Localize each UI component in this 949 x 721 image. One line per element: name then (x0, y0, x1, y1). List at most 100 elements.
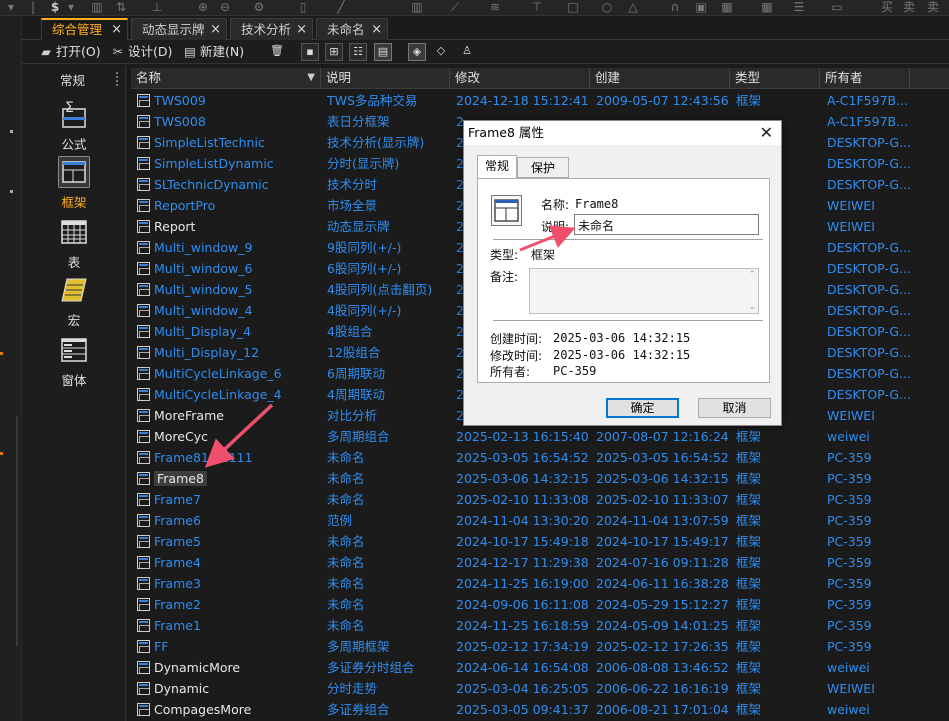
lock-icon[interactable]: ▯ (296, 0, 310, 14)
fan-tool-icon[interactable]: ⟋ (448, 0, 462, 14)
table-row[interactable]: CompagesMore 多证券组合 2025-03-05 09:41:37 2006… (131, 699, 949, 720)
trade-icon[interactable]: 卖 (926, 0, 940, 14)
table-row[interactable]: Frame8 未命名 2025-03-06 14:32:15 2025-03-06 1… (131, 468, 949, 489)
grid-tool-icon[interactable]: ▦ (760, 0, 774, 14)
ok-button[interactable]: 确定 (606, 398, 679, 418)
edge-scrollbar[interactable] (16, 416, 18, 646)
cell-description: 分时(显示牌) (327, 153, 452, 174)
tab-comprehensive-management[interactable]: 综合管理 × (41, 18, 128, 40)
lines-tool-icon[interactable]: ☰ (792, 0, 806, 14)
cell-name-text: Frame4 (154, 555, 201, 570)
cell-owner-text: weiwei (827, 660, 870, 675)
text-tool-icon[interactable]: ⊤ (530, 0, 544, 14)
cell-created: 2025-03-05 16:54:52 (596, 447, 734, 468)
scroll-down-icon[interactable]: ⌄ (748, 302, 756, 312)
cell-created-text: 2024-11-04 13:07:59 (596, 513, 729, 528)
table-row[interactable]: FF 多周期框架 2025-02-12 17:34:19 2025-02-12 17:… (131, 636, 949, 657)
close-icon[interactable]: × (111, 20, 122, 39)
sidebar-item-macro[interactable]: 宏 (44, 274, 104, 329)
tab-technical-analysis[interactable]: 技术分析 × (230, 18, 313, 40)
view-list-icon[interactable]: ☷ (349, 43, 367, 61)
gear-icon[interactable]: ⚙ (252, 0, 266, 14)
view-small-icon[interactable]: ▪ (301, 43, 319, 61)
column-header-type[interactable]: 类型 (730, 68, 820, 89)
sidebar-item-frame[interactable]: 框架 (44, 156, 104, 211)
zoom-out-icon[interactable]: ⊖ (218, 0, 232, 14)
column-header-description[interactable]: 说明 (321, 68, 450, 89)
layers-alt-icon[interactable]: ◇ (432, 43, 450, 61)
dialog-tab-protection[interactable]: 保护 (517, 157, 569, 178)
table-row[interactable]: Frame3 未命名 2024-11-25 16:19:00 2024-06-11 1… (131, 573, 949, 594)
view-grid-icon[interactable]: ⊞ (325, 43, 343, 61)
sidebar-item-table[interactable]: 表 (44, 216, 104, 271)
cell-owner-text: PC-359 (827, 639, 872, 654)
dialog-title-bar[interactable]: Frame8 属性 ✕ (464, 121, 781, 145)
layers-icon[interactable]: ◈ (408, 43, 426, 61)
page-tool-icon[interactable]: ▭ (830, 0, 844, 14)
zoom-in-icon[interactable]: ⊕ (196, 0, 210, 14)
drag-handle-icon[interactable] (116, 72, 118, 86)
column-header-name[interactable]: 名称 ▼ (131, 68, 321, 89)
table-row[interactable]: MoreCyc 多周期组合 2025-02-13 16:15:40 2007-08-0… (131, 426, 949, 447)
attach-icon[interactable]: ∩ (668, 0, 682, 14)
sort-icon[interactable]: ⇅ (114, 0, 128, 14)
columns-icon[interactable]: ▥ (410, 0, 424, 14)
rect-tool-icon[interactable]: □ (566, 0, 580, 14)
buy-icon[interactable]: 买 (880, 0, 894, 14)
view-details-icon[interactable]: ▤ (374, 43, 392, 61)
cancel-button[interactable]: 取消 (698, 398, 771, 418)
column-header-owner[interactable]: 所有者 (820, 68, 910, 89)
close-icon[interactable]: × (371, 19, 382, 40)
circle-tool-icon[interactable]: ○ (600, 0, 614, 14)
delete-icon[interactable]: ▣ (694, 0, 708, 14)
description-label: 说明: (541, 220, 570, 234)
line-tool-icon[interactable]: ╱ (334, 0, 348, 14)
column-header-created[interactable]: 创建 (590, 68, 730, 89)
new-button[interactable]: ▤ 新建(N) (182, 42, 244, 62)
user-icon[interactable]: ♙ (458, 43, 476, 61)
cell-name-text: MoreCyc (154, 429, 208, 444)
sidebar-item-formula[interactable]: Σ 公式 (44, 98, 104, 153)
note-textarea[interactable]: ⌃ ⌄ (529, 268, 759, 314)
close-icon[interactable]: × (296, 19, 307, 40)
sell-icon[interactable]: 卖 (902, 0, 916, 14)
trash-icon[interactable]: 🗑 (268, 43, 286, 61)
multi-line-icon[interactable]: ≋ (488, 0, 502, 14)
table-row[interactable]: Frame2 未命名 2024-09-06 16:11:08 2024-05-29 1… (131, 594, 949, 615)
dialog-tab-general[interactable]: 常规 (477, 155, 517, 179)
table-row[interactable]: Frame811 1111 未命名 2025-03-05 16:54:52 2025-… (131, 447, 949, 468)
tab-untitled[interactable]: 未命名 × (316, 18, 388, 40)
sidebar-item-label: 窗体 (61, 373, 87, 388)
description-input[interactable]: 未命名 (574, 214, 759, 235)
open-button[interactable]: ▰ 打开(O) (38, 42, 100, 62)
cell-created: 2024-11-04 13:07:59 (596, 510, 734, 531)
sidebar-item-form[interactable]: 窗体 (44, 334, 104, 389)
triangle-tool-icon[interactable]: △ (626, 0, 640, 14)
cell-description-text: 动态显示牌 (327, 219, 390, 234)
table-row[interactable]: DynamicMore 多证券分时组合 2024-06-14 16:54:08 200… (131, 657, 949, 678)
menu-icon[interactable]: ▾ (4, 0, 18, 14)
table-row[interactable]: Frame6 范例 2024-11-04 13:30:20 2024-11-04 13… (131, 510, 949, 531)
dollar-icon[interactable]: $ (48, 0, 62, 14)
cell-description-text: 技术分时 (327, 177, 378, 192)
cell-name: Report (154, 216, 319, 237)
cell-name-text: Frame5 (154, 534, 201, 549)
table-row[interactable]: Frame4 未命名 2024-12-17 11:29:38 2024-07-16 0… (131, 552, 949, 573)
tab-dynamic-board[interactable]: 动态显示牌 × (131, 18, 227, 40)
table-row[interactable]: Frame1 未命名 2024-11-25 16:18:59 2024-05-09 1… (131, 615, 949, 636)
table-row[interactable]: Dynamic 分时走势 2025-03-04 16:25:05 2006-06-22… (131, 678, 949, 699)
design-button[interactable]: ✂ 设计(D) (110, 42, 173, 62)
cell-name-text: Report (154, 219, 196, 234)
split-icon[interactable]: ⊥ (150, 0, 164, 14)
close-icon[interactable]: × (210, 19, 221, 40)
bar-chart-icon[interactable]: ▥ (90, 0, 104, 14)
table-row[interactable]: Frame7 未命名 2025-02-10 11:33:08 2025-02-10 1… (131, 489, 949, 510)
table-row[interactable]: Frame5 未命名 2024-10-17 15:49:18 2024-10-17 1… (131, 531, 949, 552)
table-tool-icon[interactable]: ▦ (720, 0, 734, 14)
close-icon[interactable]: ✕ (760, 121, 773, 144)
chevron-down-icon[interactable]: ▾ (64, 0, 78, 14)
column-header-modified[interactable]: 修改 (450, 68, 590, 89)
scroll-up-icon[interactable]: ⌃ (748, 270, 756, 280)
table-row[interactable]: TWS009 TWS多品种交易 2024-12-18 15:12:41 2009-05… (131, 90, 949, 111)
cell-type: 框架 (736, 531, 824, 552)
